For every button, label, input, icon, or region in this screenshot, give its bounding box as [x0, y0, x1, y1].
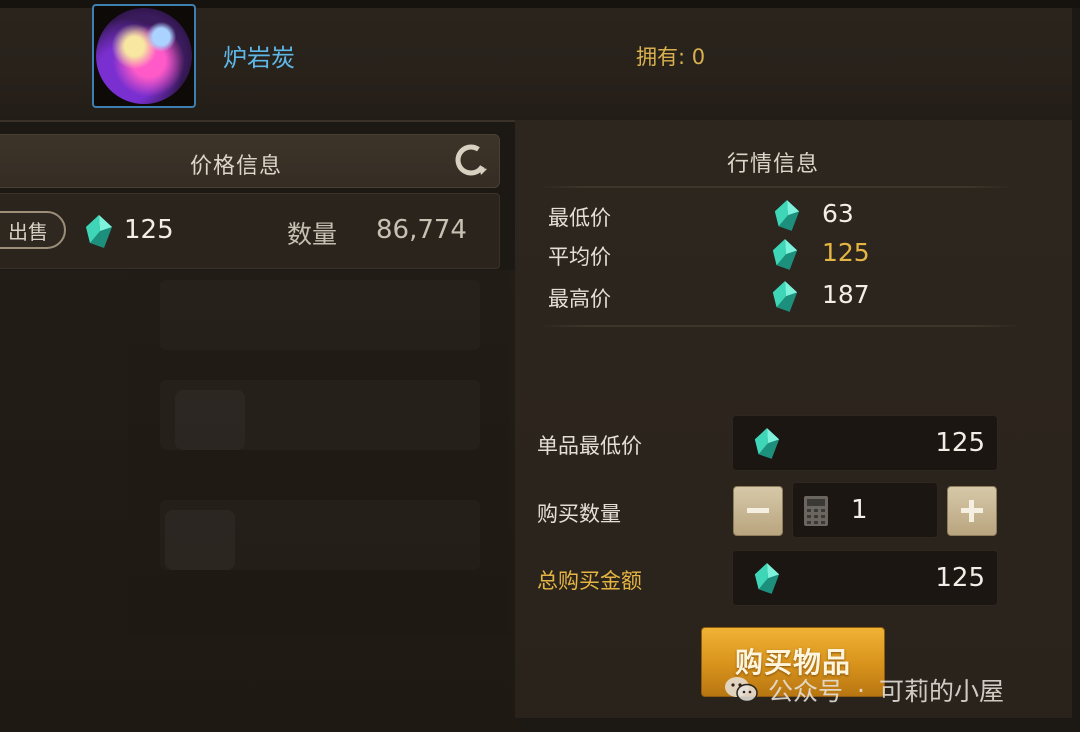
watermark: 公众号 · 可莉的小屋 [724, 670, 1004, 710]
wechat-icon [725, 677, 758, 703]
divider [538, 325, 1022, 327]
ghost-icon-slot [175, 390, 245, 450]
listing-quantity: 86,774 [376, 215, 467, 245]
divider [538, 186, 1014, 188]
listing-quantity-label: 数量 [287, 220, 338, 249]
stat-max-label: 最高价 [548, 287, 611, 311]
listing-price: 125 [124, 215, 174, 245]
item-icon[interactable] [92, 4, 196, 108]
stat-avg-label: 平均价 [548, 245, 611, 269]
calculator-icon[interactable] [803, 495, 829, 527]
total-amount-value: 125 [935, 563, 985, 593]
gem-icon [772, 239, 798, 270]
owned-label: 拥有: [636, 45, 686, 69]
total-amount-label: 总购买金额 [537, 569, 642, 593]
unit-min-price-value: 125 [935, 428, 985, 458]
buy-quantity-label: 购买数量 [537, 502, 621, 526]
watermark-name: 可莉的小屋 [878, 677, 1004, 706]
market-info-title: 行情信息 [727, 152, 820, 177]
owned-count: 拥有: 0 [636, 41, 705, 71]
buy-quantity-input[interactable]: 1 [792, 482, 938, 538]
watermark-channel: 公众号 [768, 677, 844, 706]
stat-min-value: 63 [822, 199, 854, 228]
gem-icon [772, 281, 798, 312]
unit-min-price-field: 125 [732, 415, 998, 471]
gem-icon [754, 563, 780, 594]
unit-min-price-label: 单品最低价 [537, 434, 642, 458]
sell-button[interactable]: 出售 [0, 211, 66, 249]
decrease-quantity-button[interactable] [733, 486, 783, 536]
gem-icon [754, 428, 780, 459]
watermark-separator: · [857, 675, 865, 705]
increase-quantity-button[interactable] [947, 486, 997, 536]
stat-max-value: 187 [822, 280, 870, 309]
plus-icon [961, 500, 983, 522]
ghost-list-row [160, 280, 480, 350]
backdrop-panel [0, 270, 520, 732]
stat-avg-value: 125 [822, 238, 870, 267]
buy-quantity-value: 1 [851, 495, 868, 525]
minus-icon [747, 508, 769, 513]
owned-value: 0 [691, 45, 706, 69]
lava-orb-icon [96, 8, 192, 104]
total-amount-field: 125 [732, 550, 998, 606]
gem-icon [86, 215, 112, 248]
price-info-title: 价格信息 [190, 154, 283, 179]
refresh-icon[interactable] [454, 143, 488, 177]
ghost-icon-slot [165, 510, 235, 570]
item-name: 炉岩炭 [223, 44, 295, 72]
stat-min-label: 最低价 [548, 206, 611, 230]
gem-icon [774, 200, 800, 231]
